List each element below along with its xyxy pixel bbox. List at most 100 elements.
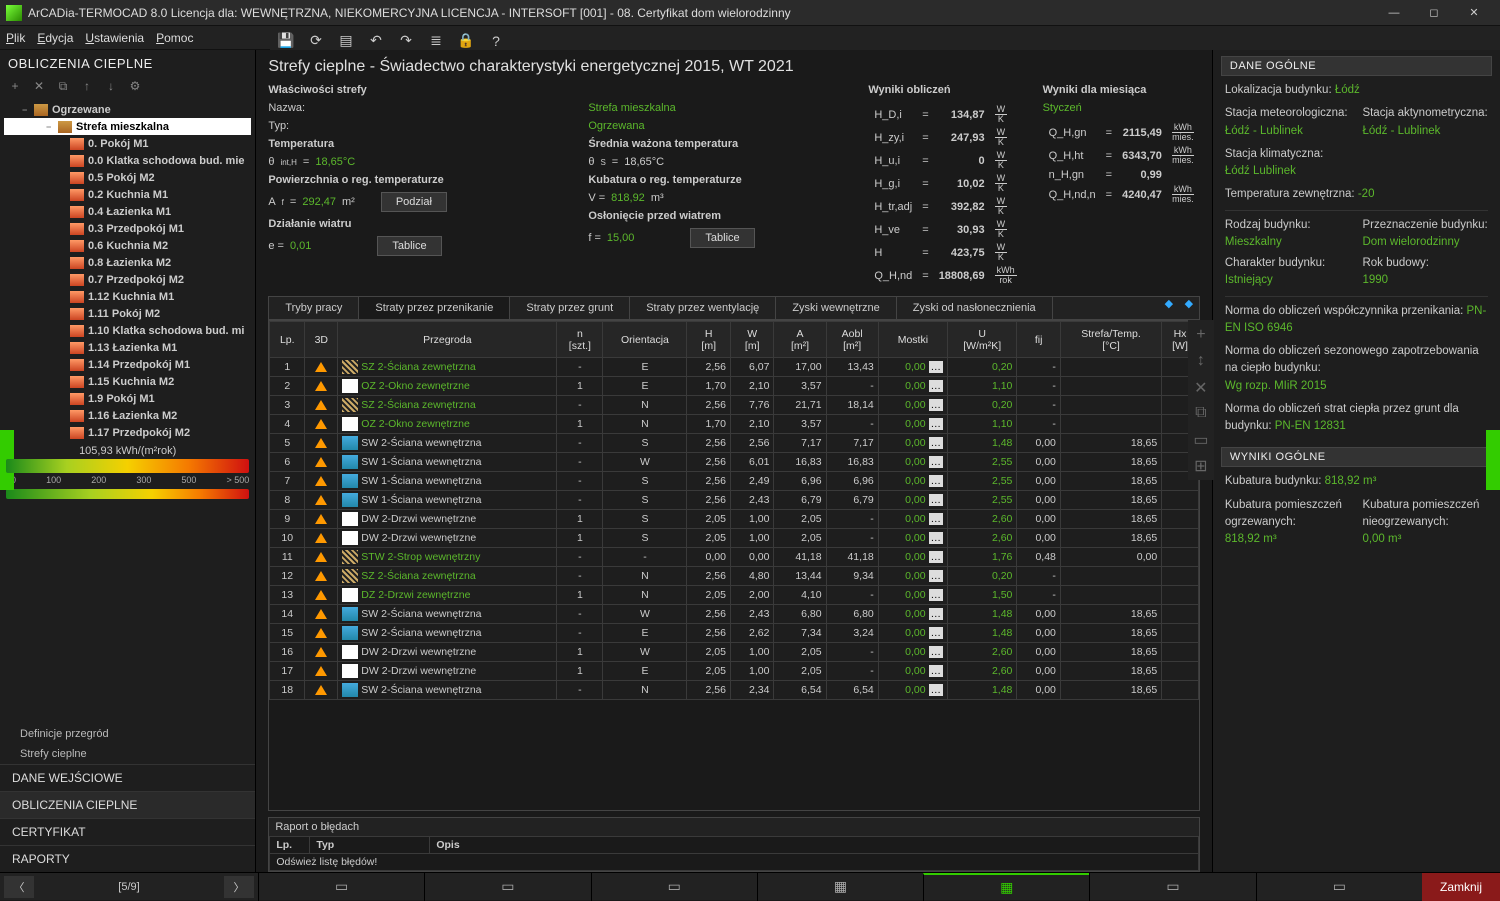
tree-room[interactable]: 0. Pokój M1	[4, 135, 251, 152]
tab-2[interactable]: Straty przez grunt	[510, 297, 630, 319]
minimize-button[interactable]: —	[1374, 0, 1414, 26]
table-row[interactable]: 8 SW 1-Ściana wewnętrzna -S2,562,436,796…	[270, 491, 1199, 510]
bottom-tab-5[interactable]: ▦	[923, 873, 1089, 901]
tree-room[interactable]: 0.5 Pokój M2	[4, 169, 251, 186]
grid-copy-icon[interactable]: ⧉	[1192, 404, 1210, 422]
location-value[interactable]: Łódź	[1335, 84, 1360, 96]
bottom-tab-7[interactable]: ▭	[1256, 873, 1422, 901]
tab-4[interactable]: Zyski wewnętrzne	[776, 297, 896, 319]
table-row[interactable]: 16 DW 2-Drzwi wewnętrzne 1W2,051,002,05-…	[270, 643, 1199, 662]
actino-station[interactable]: Łódź - Lublinek	[1362, 125, 1440, 137]
tree-room[interactable]: 0.4 Łazienka M1	[4, 203, 251, 220]
tree-room[interactable]: 1.14 Przedpokój M1	[4, 356, 251, 373]
tree-room[interactable]: 1.13 Łazienka M1	[4, 339, 251, 356]
tree-room[interactable]: 1.12 Kuchnia M1	[4, 288, 251, 305]
building-purpose[interactable]: Dom wielorodzinny	[1362, 236, 1459, 248]
table-row[interactable]: 14 SW 2-Ściana wewnętrzna -W2,562,436,80…	[270, 605, 1199, 624]
table-row[interactable]: 11 STW 2-Strop wewnętrzny --0,000,0041,1…	[270, 548, 1199, 567]
table-row[interactable]: 5 SW 2-Ściana wewnętrzna -S2,562,567,177…	[270, 434, 1199, 453]
tables-button-1[interactable]: Tablice	[377, 236, 441, 256]
grid-move-icon[interactable]: ↕	[1192, 352, 1210, 370]
table-row[interactable]: 9 DW 2-Drzwi wewnętrzne 1S2,051,002,05- …	[270, 510, 1199, 529]
menu-file[interactable]: Plik	[6, 31, 25, 45]
tree-room[interactable]: 0.3 Przedpokój M1	[4, 220, 251, 237]
layers-icon[interactable]: ≣	[426, 31, 446, 51]
tree-room[interactable]: 0.0 Klatka schodowa bud. mie	[4, 152, 251, 169]
building-character[interactable]: Istniejący	[1225, 274, 1273, 286]
lock-icon[interactable]: 🔒	[456, 31, 476, 51]
tree-room[interactable]: 1.9 Pokój M1	[4, 390, 251, 407]
nav-1[interactable]: OBLICZENIA CIEPLNE	[0, 791, 255, 818]
table-row[interactable]: 13 DZ 2-Drzwi zewnętrzne 1N2,052,004,10-…	[270, 586, 1199, 605]
bottom-tab-4[interactable]: ▦	[757, 873, 923, 901]
tree-filter-icon[interactable]: ⚙	[126, 77, 144, 95]
build-year[interactable]: 1990	[1362, 274, 1388, 286]
close-button[interactable]: ✕	[1454, 0, 1494, 26]
tab-5[interactable]: Zyski od nasłonecznienia	[897, 297, 1053, 319]
table-row[interactable]: 6 SW 1-Ściana wewnętrzna -W2,566,0116,83…	[270, 453, 1199, 472]
norm3[interactable]: PN-EN 12831	[1275, 420, 1346, 432]
sub-definitions[interactable]: Definicje przegród	[0, 724, 255, 744]
building-type[interactable]: Mieszkalny	[1225, 236, 1282, 248]
bottom-tab-3[interactable]: ▭	[591, 873, 757, 901]
refresh-icon[interactable]: ⟳	[306, 31, 326, 51]
tree-room[interactable]: 1.16 Łazienka M2	[4, 407, 251, 424]
tree-copy-icon[interactable]: ⧉	[54, 77, 72, 95]
tree-room[interactable]: 0.2 Kuchnia M1	[4, 186, 251, 203]
tab-scroll-right[interactable]: ◆	[1179, 297, 1199, 319]
norm2[interactable]: Wg rozp. MIiR 2015	[1225, 380, 1327, 392]
tree-add-icon[interactable]: +	[6, 77, 24, 95]
tree-heated[interactable]: −Ogrzewane	[4, 101, 251, 118]
page-prev-button[interactable]: 〈	[4, 876, 34, 898]
grid-paste-icon[interactable]: ▭	[1192, 430, 1210, 448]
undo-icon[interactable]: ↶	[366, 31, 386, 51]
table-row[interactable]: 15 SW 2-Ściana wewnętrzna -E2,562,627,34…	[270, 624, 1199, 643]
nav-0[interactable]: DANE WEJŚCIOWE	[0, 764, 255, 791]
nav-3[interactable]: RAPORTY	[0, 845, 255, 872]
page-next-button[interactable]: 〉	[224, 876, 254, 898]
table-row[interactable]: 18 SW 2-Ściana wewnętrzna -N2,562,346,54…	[270, 681, 1199, 700]
tables-button-2[interactable]: Tablice	[690, 228, 754, 248]
menu-edit[interactable]: Edycja	[37, 31, 73, 45]
bottom-tab-1[interactable]: ▭	[258, 873, 424, 901]
maximize-button[interactable]: ◻	[1414, 0, 1454, 26]
redo-icon[interactable]: ↷	[396, 31, 416, 51]
table-row[interactable]: 7 SW 1-Ściana wewnętrzna -S2,562,496,966…	[270, 472, 1199, 491]
bottom-tab-2[interactable]: ▭	[424, 873, 590, 901]
climate-station[interactable]: Łódź Lublinek	[1225, 165, 1296, 177]
table-row[interactable]: 17 DW 2-Drzwi wewnętrzne 1E2,051,002,05-…	[270, 662, 1199, 681]
error-refresh-msg[interactable]: Odśwież listę błędów!	[270, 854, 1199, 871]
tree-up-icon[interactable]: ↑	[78, 77, 96, 95]
menu-settings[interactable]: Ustawienia	[85, 31, 144, 45]
tree-room[interactable]: 1.11 Pokój M2	[4, 305, 251, 322]
export-icon[interactable]: ▤	[336, 31, 356, 51]
tab-0[interactable]: Tryby pracy	[269, 297, 359, 319]
bottom-tab-6[interactable]: ▭	[1089, 873, 1255, 901]
save-icon[interactable]: 💾	[276, 31, 296, 51]
table-row[interactable]: 3 SZ 2-Ściana zewnętrzna -N2,567,7621,71…	[270, 396, 1199, 415]
table-row[interactable]: 10 DW 2-Drzwi wewnętrzne 1S2,051,002,05-…	[270, 529, 1199, 548]
tree-remove-icon[interactable]: ✕	[30, 77, 48, 95]
tab-scroll-left[interactable]: ◆	[1159, 297, 1179, 319]
menu-help[interactable]: Pomoc	[156, 31, 193, 45]
tab-1[interactable]: Straty przez przenikanie	[359, 297, 510, 319]
sub-zones[interactable]: Strefy cieplne	[0, 744, 255, 764]
help-icon[interactable]: ?	[486, 31, 506, 51]
close-bottom-button[interactable]: Zamknij	[1422, 873, 1500, 901]
table-row[interactable]: 2 OZ 2-Okno zewnętrzne 1E1,702,103,57- 0…	[270, 377, 1199, 396]
tree-room[interactable]: 1.10 Klatka schodowa bud. mi	[4, 322, 251, 339]
nav-2[interactable]: CERTYFIKAT	[0, 818, 255, 845]
table-row[interactable]: 1 SZ 2-Ściana zewnętrzna -E2,566,0717,00…	[270, 358, 1199, 377]
tree-room[interactable]: 0.6 Kuchnia M2	[4, 237, 251, 254]
grid-calc-icon[interactable]: ⊞	[1192, 456, 1210, 474]
tree-down-icon[interactable]: ↓	[102, 77, 120, 95]
expand-right-icon[interactable]	[1486, 430, 1500, 490]
meteo-station[interactable]: Łódź - Lublinek	[1225, 125, 1303, 137]
table-row[interactable]: 4 OZ 2-Okno zewnętrzne 1N1,702,103,57- 0…	[270, 415, 1199, 434]
table-row[interactable]: 12 SZ 2-Ściana zewnętrzna -N2,564,8013,4…	[270, 567, 1199, 586]
grid-add-icon[interactable]: +	[1192, 326, 1210, 344]
tree-room[interactable]: 0.8 Łazienka M2	[4, 254, 251, 271]
tree-zone[interactable]: −Strefa mieszkalna	[4, 118, 251, 135]
grid-delete-icon[interactable]: ✕	[1192, 378, 1210, 396]
split-button[interactable]: Podział	[381, 192, 447, 212]
